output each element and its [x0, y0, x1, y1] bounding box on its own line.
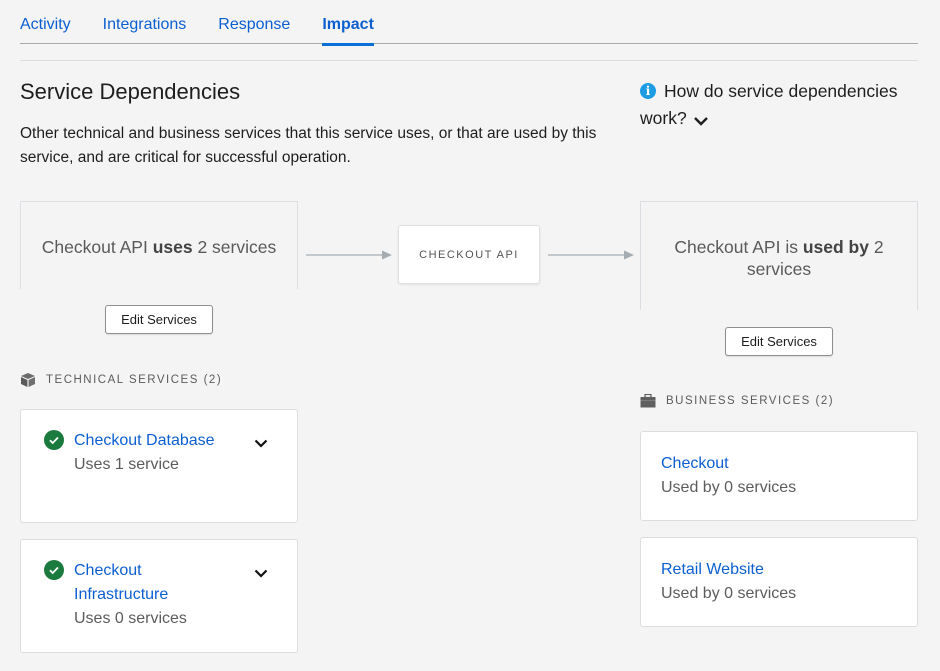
edit-business-services-button[interactable]: Edit Services — [725, 327, 833, 356]
briefcase-icon — [640, 394, 656, 408]
arrow-right-icon — [306, 250, 392, 260]
service-name-link[interactable]: Checkout Infrastructure — [74, 559, 224, 607]
service-usage-text: Used by 0 services — [661, 585, 797, 602]
service-name-link[interactable]: Checkout Database — [74, 429, 224, 453]
cube-icon — [21, 373, 35, 387]
tab-integrations[interactable]: Integrations — [103, 0, 187, 44]
info-icon: i — [640, 83, 656, 99]
chevron-down-icon[interactable] — [254, 565, 268, 583]
uses-summary-suffix: 2 services — [192, 237, 277, 257]
service-name-link[interactable]: Checkout — [661, 452, 917, 476]
help-toggle[interactable]: i How do service dependencies work? — [640, 78, 925, 134]
tab-response[interactable]: Response — [218, 0, 290, 44]
center-service-node: CHECKOUT API — [398, 225, 540, 284]
edit-technical-services-button[interactable]: Edit Services — [105, 305, 213, 334]
uses-summary-bold: uses — [152, 237, 193, 257]
used-by-summary-box: Checkout API is used by 2 services — [640, 201, 918, 310]
service-usage-text: Uses 1 service — [74, 456, 179, 473]
business-service-card: Retail Website Used by 0 services — [640, 537, 918, 627]
technical-service-card: Checkout Database Uses 1 service — [20, 409, 298, 523]
tab-impact[interactable]: Impact — [322, 0, 374, 46]
arrow-right-icon — [548, 250, 634, 260]
service-name-link[interactable]: Retail Website — [661, 558, 917, 582]
chevron-down-icon[interactable] — [254, 435, 268, 453]
technical-services-heading: TECHNICAL SERVICES (2) — [20, 372, 222, 388]
tab-activity[interactable]: Activity — [20, 0, 71, 44]
help-link-text: How do service dependencies work? — [640, 81, 898, 128]
technical-services-label: TECHNICAL SERVICES (2) — [46, 374, 223, 386]
used-by-summary-bold: used by — [802, 237, 869, 257]
page-title: Service Dependencies — [20, 79, 241, 104]
business-service-card: Checkout Used by 0 services — [640, 431, 918, 521]
section-divider — [20, 60, 918, 61]
used-by-summary-prefix: Checkout API is — [674, 237, 803, 257]
service-usage-text: Used by 0 services — [661, 479, 797, 496]
status-ok-icon — [44, 430, 64, 450]
technical-service-card: Checkout Infrastructure Uses 0 services — [20, 539, 298, 653]
page-description: Other technical and business services th… — [20, 125, 597, 166]
chevron-down-icon — [693, 107, 709, 134]
tab-bar: Activity Integrations Response Impact — [20, 0, 918, 46]
uses-summary-box: Checkout API uses 2 services — [20, 201, 298, 289]
uses-summary-prefix: Checkout API — [41, 237, 153, 257]
status-ok-icon — [44, 560, 64, 580]
service-usage-text: Uses 0 services — [74, 610, 187, 627]
business-services-heading: BUSINESS SERVICES (2) — [640, 394, 834, 408]
business-services-label: BUSINESS SERVICES (2) — [666, 395, 835, 407]
